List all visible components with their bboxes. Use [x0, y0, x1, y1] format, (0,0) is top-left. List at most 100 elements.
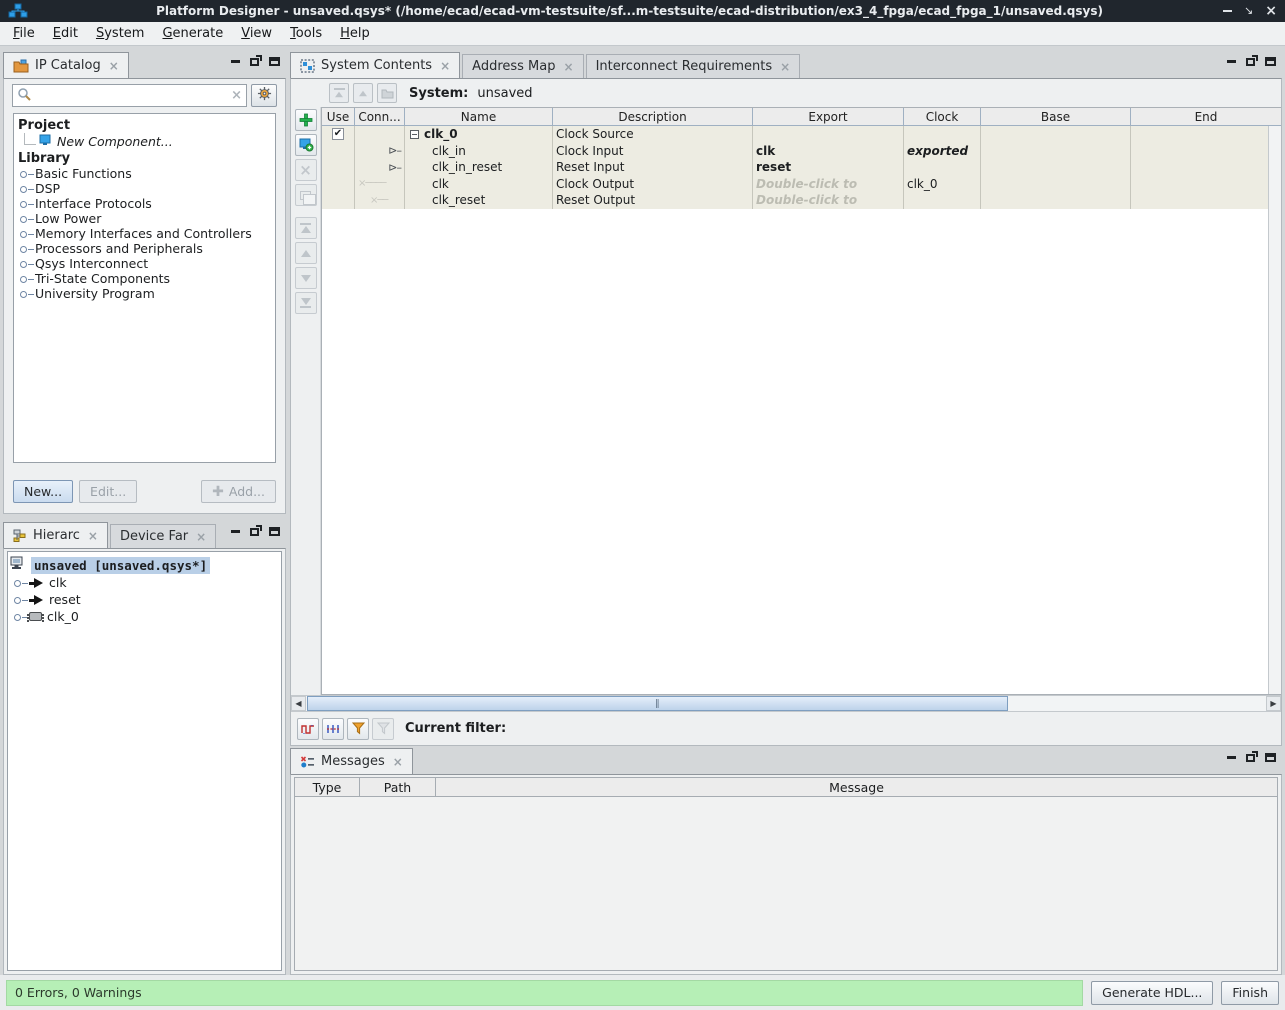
use-cell[interactable] [322, 176, 355, 193]
tab-close-icon[interactable]: × [88, 529, 98, 543]
connections-cell[interactable]: ⊳– [355, 143, 405, 160]
search-clear-icon[interactable]: × [231, 88, 242, 103]
tree-expander-icon[interactable] [19, 258, 35, 270]
clock-crossing-button[interactable] [297, 718, 319, 740]
panel-maximize-icon[interactable] [1265, 753, 1276, 762]
scroll-left-arrow[interactable]: ◀ [291, 696, 306, 711]
end-cell[interactable] [1131, 176, 1281, 193]
end-cell[interactable] [1131, 126, 1281, 143]
menu-edit[interactable]: Edit [44, 24, 87, 43]
panel-float-icon[interactable] [1246, 58, 1255, 66]
ip-search-input[interactable] [31, 88, 231, 104]
clock-cell[interactable] [904, 126, 981, 143]
scrollbar-track[interactable]: ‖ [306, 696, 1266, 711]
connections-cell[interactable]: ⊳– [355, 159, 405, 176]
tab-address-map[interactable]: Address Map × [462, 54, 583, 78]
use-cell[interactable] [322, 192, 355, 209]
tab-messages[interactable]: Messages × [290, 748, 413, 774]
end-cell[interactable] [1131, 192, 1281, 209]
generate-hdl-button[interactable]: Generate HDL... [1091, 981, 1213, 1005]
panel-minimize-icon[interactable] [1227, 756, 1236, 759]
tab-close-icon[interactable]: × [564, 60, 574, 74]
library-item[interactable]: Memory Interfaces and Controllers [16, 226, 273, 241]
clock-cell[interactable] [904, 159, 981, 176]
move-up-button[interactable] [295, 242, 317, 264]
table-row[interactable]: ⊳–clk_in_resetReset Inputreset [322, 159, 1281, 176]
library-item[interactable]: Interface Protocols [16, 196, 273, 211]
column-header-use[interactable]: Use [322, 108, 355, 125]
library-item[interactable]: Qsys Interconnect [16, 256, 273, 271]
column-header-end[interactable]: End [1131, 108, 1281, 125]
library-item[interactable]: University Program [16, 286, 273, 301]
name-cell[interactable]: clk_0 [405, 126, 553, 143]
tree-expander-icon[interactable] [19, 243, 35, 255]
port-icon[interactable]: ⊳– [388, 144, 401, 157]
panel-maximize-icon[interactable] [1265, 57, 1276, 66]
clock-cell[interactable] [904, 192, 981, 209]
window-close-button[interactable]: × [1265, 5, 1277, 17]
tree-item-new-component[interactable]: New Component... [16, 133, 273, 150]
library-item[interactable]: DSP [16, 181, 273, 196]
name-cell[interactable]: clk_in_reset [405, 159, 553, 176]
tree-expander-icon[interactable] [19, 228, 35, 240]
tab-close-icon[interactable]: × [393, 755, 403, 769]
column-header-type[interactable]: Type [295, 778, 360, 796]
panel-float-icon[interactable] [250, 58, 259, 66]
use-checkbox[interactable]: ✔ [332, 128, 344, 140]
connections-cell[interactable] [355, 126, 405, 143]
ip-search-box[interactable]: × [12, 84, 247, 107]
tree-expander-icon[interactable] [19, 198, 35, 210]
vertical-scrollbar[interactable] [1268, 126, 1281, 694]
tree-expander-icon[interactable] [19, 273, 35, 285]
table-row[interactable]: ✔clk_0Clock Source [322, 126, 1281, 143]
library-item[interactable]: Basic Functions [16, 166, 273, 181]
panel-float-icon[interactable] [250, 528, 259, 536]
panel-maximize-icon[interactable] [269, 527, 280, 536]
clock-cell[interactable]: clk_0 [904, 176, 981, 193]
tree-expander-icon[interactable] [19, 288, 35, 300]
add-component-button[interactable] [295, 134, 317, 156]
tab-hierarchy[interactable]: Hierarc × [3, 522, 108, 548]
column-header-export[interactable]: Export [753, 108, 904, 125]
menu-system[interactable]: System [87, 24, 154, 43]
column-header-base[interactable]: Base [981, 108, 1131, 125]
base-cell[interactable] [981, 176, 1131, 193]
tab-system-contents[interactable]: System Contents × [290, 52, 460, 78]
column-header-conn[interactable]: Conn... [355, 108, 405, 125]
base-cell[interactable] [981, 143, 1131, 160]
column-header-path[interactable]: Path [360, 778, 436, 796]
move-up-level-button[interactable] [329, 83, 349, 103]
tab-close-icon[interactable]: × [196, 530, 206, 544]
move-to-bottom-button[interactable] [295, 292, 317, 314]
port-icon[interactable]: ⊳– [388, 161, 401, 174]
use-cell[interactable] [322, 159, 355, 176]
tree-expander-icon[interactable] [19, 213, 35, 225]
tab-close-icon[interactable]: × [109, 59, 119, 73]
tree-expander-icon[interactable] [19, 168, 35, 180]
base-cell[interactable] [981, 192, 1131, 209]
tab-close-icon[interactable]: × [440, 59, 450, 73]
connections-cell[interactable]: ×── [355, 192, 405, 209]
name-cell[interactable]: clk_reset [405, 192, 553, 209]
name-cell[interactable]: clk_in [405, 143, 553, 160]
tree-expander-icon[interactable] [13, 577, 29, 589]
library-item[interactable]: Low Power [16, 211, 273, 226]
table-row[interactable]: ⊳–clk_inClock Inputclkexported [322, 143, 1281, 160]
base-cell[interactable] [981, 159, 1131, 176]
duplicate-component-button[interactable] [295, 184, 317, 206]
hierarchy-root-item[interactable]: unsaved [unsaved.qsys*] [10, 556, 279, 574]
menu-tools[interactable]: Tools [281, 24, 331, 43]
library-item[interactable]: Processors and Peripherals [16, 241, 273, 256]
scroll-right-arrow[interactable]: ▶ [1266, 696, 1281, 711]
export-cell[interactable] [753, 126, 904, 143]
export-cell[interactable]: Double-click to [753, 176, 904, 193]
panel-minimize-icon[interactable] [1227, 60, 1236, 63]
add-new-component-button[interactable] [295, 109, 317, 131]
tree-expander-icon[interactable] [13, 611, 29, 623]
export-cell[interactable]: reset [753, 159, 904, 176]
menu-view[interactable]: View [232, 24, 281, 43]
use-cell[interactable]: ✔ [322, 126, 355, 143]
tab-close-icon[interactable]: × [780, 60, 790, 74]
end-cell[interactable] [1131, 143, 1281, 160]
end-cell[interactable] [1131, 159, 1281, 176]
